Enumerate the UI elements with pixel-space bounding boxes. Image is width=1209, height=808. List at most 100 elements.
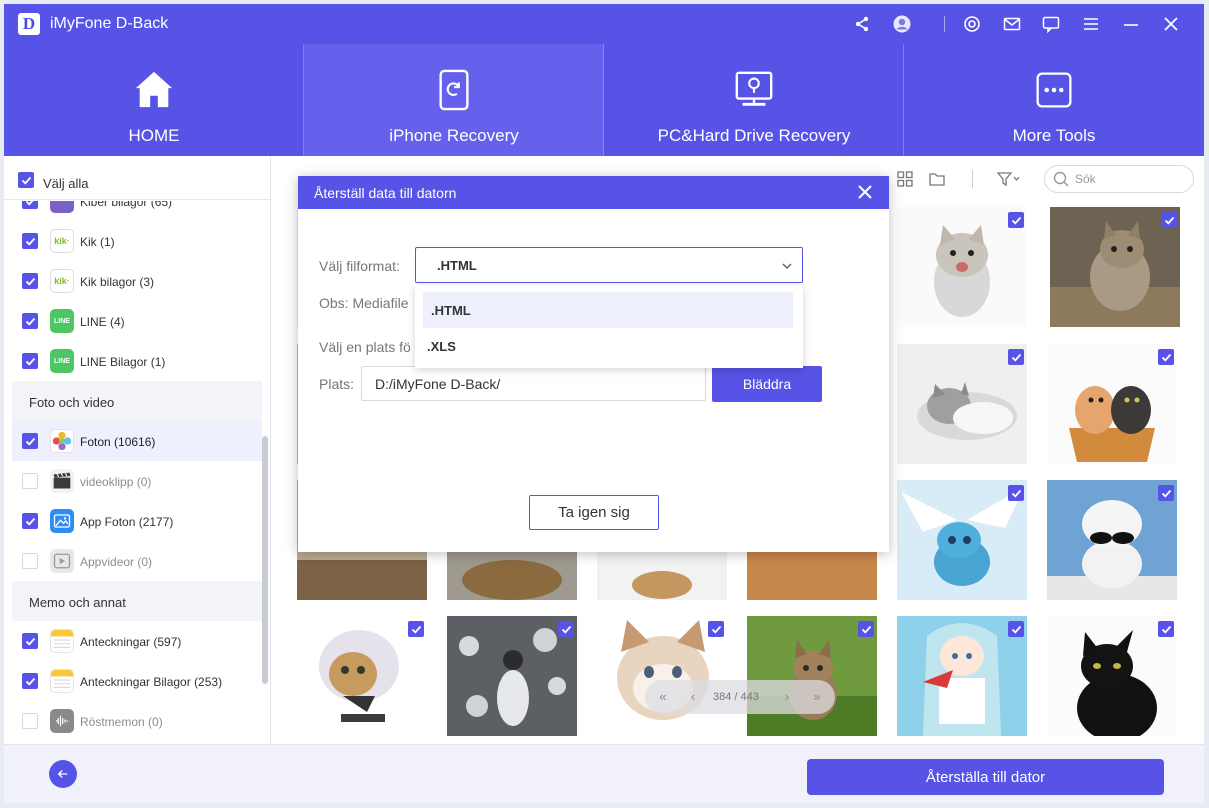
home-icon xyxy=(132,68,176,112)
search-box[interactable] xyxy=(1044,165,1194,193)
mail-icon[interactable] xyxy=(1002,14,1022,34)
viber-icon xyxy=(50,201,74,213)
notes-icon xyxy=(50,629,74,653)
thumbnail-checkbox[interactable] xyxy=(708,621,724,637)
tab-iphone-recovery[interactable]: iPhone Recovery xyxy=(304,44,604,156)
category-label: Foto och video xyxy=(29,395,115,410)
sidebar-item-viber-attachments[interactable]: Kiber bilagor (65) xyxy=(12,201,262,221)
location-label: Välj en plats fö xyxy=(319,339,411,355)
sidebar-item-line[interactable]: LINE LINE (4) xyxy=(12,301,262,341)
photo-thumbnail[interactable] xyxy=(897,344,1027,464)
last-page-icon[interactable]: » xyxy=(809,689,825,705)
menu-icon[interactable] xyxy=(1081,14,1101,34)
back-button[interactable] xyxy=(49,760,77,788)
thumbnail-checkbox[interactable] xyxy=(1008,621,1024,637)
sidebar-item-app-videos[interactable]: Appvideor (0) xyxy=(12,541,262,581)
share-icon[interactable] xyxy=(852,14,872,34)
sidebar-item-notes-attachments[interactable]: Anteckningar Bilagor (253) xyxy=(12,661,262,701)
item-checkbox[interactable] xyxy=(22,673,38,689)
path-input[interactable] xyxy=(361,366,706,401)
settings-icon[interactable] xyxy=(962,14,982,34)
thumbnail-checkbox[interactable] xyxy=(1158,485,1174,501)
first-page-icon[interactable]: « xyxy=(655,689,671,705)
format-select[interactable]: .HTML xyxy=(415,247,803,283)
minimize-icon[interactable] xyxy=(1121,14,1141,34)
photo-thumbnail[interactable] xyxy=(747,616,877,736)
app-photos-icon xyxy=(50,509,74,533)
photo-thumbnail[interactable] xyxy=(1047,616,1177,736)
thumbnail-checkbox[interactable] xyxy=(1158,349,1174,365)
photo-thumbnail[interactable] xyxy=(297,616,427,736)
app-window: D iMyFone D-Back HOME iPhone Recovery PC… xyxy=(4,4,1204,803)
close-icon[interactable] xyxy=(1161,14,1181,34)
next-page-icon[interactable]: › xyxy=(779,689,795,705)
dialog-header: Återställ data till datorn xyxy=(298,176,889,209)
sidebar-scrollbar[interactable] xyxy=(262,436,268,684)
search-input[interactable] xyxy=(1075,170,1185,188)
category-memo-other: Memo och annat xyxy=(12,581,262,621)
format-option-html[interactable]: .HTML xyxy=(423,292,793,328)
dialog-title: Återställ data till datorn xyxy=(314,185,457,201)
dialog-close-icon[interactable] xyxy=(857,184,873,200)
item-checkbox[interactable] xyxy=(22,513,38,529)
thumbnail-checkbox[interactable] xyxy=(1008,485,1024,501)
item-checkbox[interactable] xyxy=(22,553,38,569)
item-checkbox[interactable] xyxy=(22,313,38,329)
photo-thumbnail[interactable] xyxy=(897,480,1027,600)
item-checkbox[interactable] xyxy=(22,273,38,289)
feedback-icon[interactable] xyxy=(1041,14,1061,34)
filter-icon[interactable] xyxy=(996,170,1022,188)
item-checkbox[interactable] xyxy=(22,433,38,449)
sidebar-item-voice-memos[interactable]: Röstmemon (0) xyxy=(12,701,262,741)
recover-to-computer-button[interactable]: Återställa till dator xyxy=(807,759,1164,795)
format-option-xls[interactable]: .XLS xyxy=(419,328,789,364)
tab-more-tools-label: More Tools xyxy=(1012,126,1096,145)
photo-thumbnail[interactable] xyxy=(447,616,577,736)
sidebar-item-app-photos[interactable]: App Foton (2177) xyxy=(12,501,262,541)
thumbnail-checkbox[interactable] xyxy=(1008,212,1024,228)
item-checkbox[interactable] xyxy=(22,201,38,209)
item-checkbox[interactable] xyxy=(22,633,38,649)
prev-page-icon[interactable]: ‹ xyxy=(685,689,701,705)
photo-thumbnail[interactable] xyxy=(1050,207,1180,327)
photo-thumbnail[interactable] xyxy=(897,616,1027,736)
item-label: Kiber bilagor (65) xyxy=(80,201,173,209)
sidebar-item-kik[interactable]: kik· Kik (1) xyxy=(12,221,262,261)
sidebar-item-line-attachments[interactable]: LINE LINE Bilagor (1) xyxy=(12,341,262,381)
item-checkbox[interactable] xyxy=(22,353,38,369)
sidebar-item-kik-attachments[interactable]: kik· Kik bilagor (3) xyxy=(12,261,262,301)
item-checkbox[interactable] xyxy=(22,473,38,489)
browse-button[interactable]: Bläddra xyxy=(712,366,822,402)
grid-view-icon[interactable] xyxy=(896,170,914,188)
thumbnail-checkbox[interactable] xyxy=(1158,621,1174,637)
notes-icon xyxy=(50,669,74,693)
thumbnail-checkbox[interactable] xyxy=(558,621,574,637)
select-all-row[interactable]: Välj alla xyxy=(4,156,270,200)
photo-thumbnail[interactable] xyxy=(597,616,727,736)
photo-thumbnail[interactable] xyxy=(1047,480,1177,600)
tab-pc-recovery[interactable]: PC&Hard Drive Recovery xyxy=(604,44,904,156)
tab-more-tools[interactable]: More Tools xyxy=(904,44,1204,156)
item-label: Röstmemon (0) xyxy=(80,715,163,729)
tab-home[interactable]: HOME xyxy=(4,44,304,156)
category-label: Memo och annat xyxy=(29,595,126,610)
sidebar-item-notes[interactable]: Anteckningar (597) xyxy=(12,621,262,661)
thumbnail-checkbox[interactable] xyxy=(1161,212,1177,228)
select-all-checkbox[interactable] xyxy=(18,172,34,188)
item-label: Kik (1) xyxy=(80,235,115,249)
account-icon[interactable] xyxy=(892,14,912,34)
thumbnail-checkbox[interactable] xyxy=(858,621,874,637)
photo-thumbnail[interactable] xyxy=(897,207,1027,327)
photo-thumbnail[interactable] xyxy=(1047,344,1177,464)
item-checkbox[interactable] xyxy=(22,713,38,729)
item-checkbox[interactable] xyxy=(22,233,38,249)
sidebar-item-photos[interactable]: Foton (10616) xyxy=(12,421,262,461)
sidebar-item-videos[interactable]: videoklipp (0) xyxy=(12,461,262,501)
item-label: Anteckningar (597) xyxy=(80,635,182,649)
folder-view-icon[interactable] xyxy=(928,170,946,188)
bottom-bar: Återställa till dator xyxy=(4,744,1204,803)
thumbnail-checkbox[interactable] xyxy=(408,621,424,637)
thumbnail-checkbox[interactable] xyxy=(1008,349,1024,365)
title-bar: D iMyFone D-Back xyxy=(4,4,1204,44)
cancel-button[interactable]: Ta igen sig xyxy=(529,495,659,530)
